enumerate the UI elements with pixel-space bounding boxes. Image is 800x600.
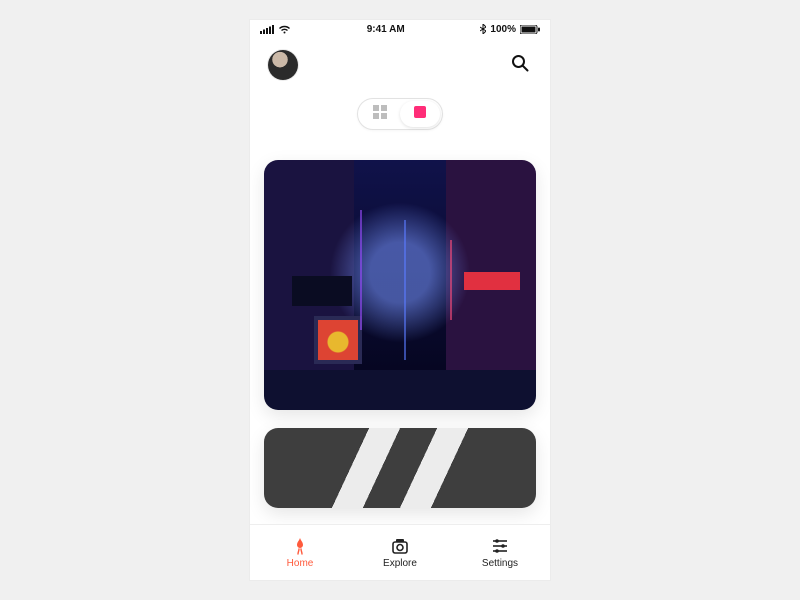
- tab-settings[interactable]: Settings: [450, 525, 550, 580]
- tab-label: Settings: [482, 558, 518, 569]
- grid-icon: [373, 105, 387, 124]
- search-button[interactable]: [508, 53, 532, 77]
- view-toggle-single[interactable]: [400, 101, 440, 127]
- signal-icon: [260, 25, 274, 34]
- view-toggle-grid[interactable]: [360, 101, 400, 127]
- tab-label: Explore: [383, 558, 417, 569]
- tab-explore[interactable]: Explore: [350, 525, 450, 580]
- settings-icon: [490, 536, 510, 556]
- wifi-icon: [278, 25, 291, 34]
- status-time: 9:41 AM: [367, 24, 405, 35]
- feed-card[interactable]: [264, 160, 536, 410]
- header: [250, 38, 550, 92]
- status-bar: 9:41 AM 100%: [250, 20, 550, 38]
- explore-icon: [390, 536, 410, 556]
- tab-label: Home: [287, 558, 314, 569]
- home-icon: [290, 536, 310, 556]
- battery-percent: 100%: [490, 24, 516, 35]
- tab-bar: Home Explore Settings: [250, 524, 550, 580]
- feed-card[interactable]: [264, 428, 536, 508]
- single-icon: [413, 105, 427, 124]
- phone-frame: 9:41 AM 100%: [250, 20, 550, 580]
- bluetooth-icon: [480, 24, 486, 34]
- search-icon: [511, 54, 529, 77]
- feed[interactable]: [250, 130, 550, 530]
- tab-home[interactable]: Home: [250, 525, 350, 580]
- battery-icon: [520, 25, 540, 34]
- view-toggle: [250, 98, 550, 130]
- avatar[interactable]: [268, 50, 298, 80]
